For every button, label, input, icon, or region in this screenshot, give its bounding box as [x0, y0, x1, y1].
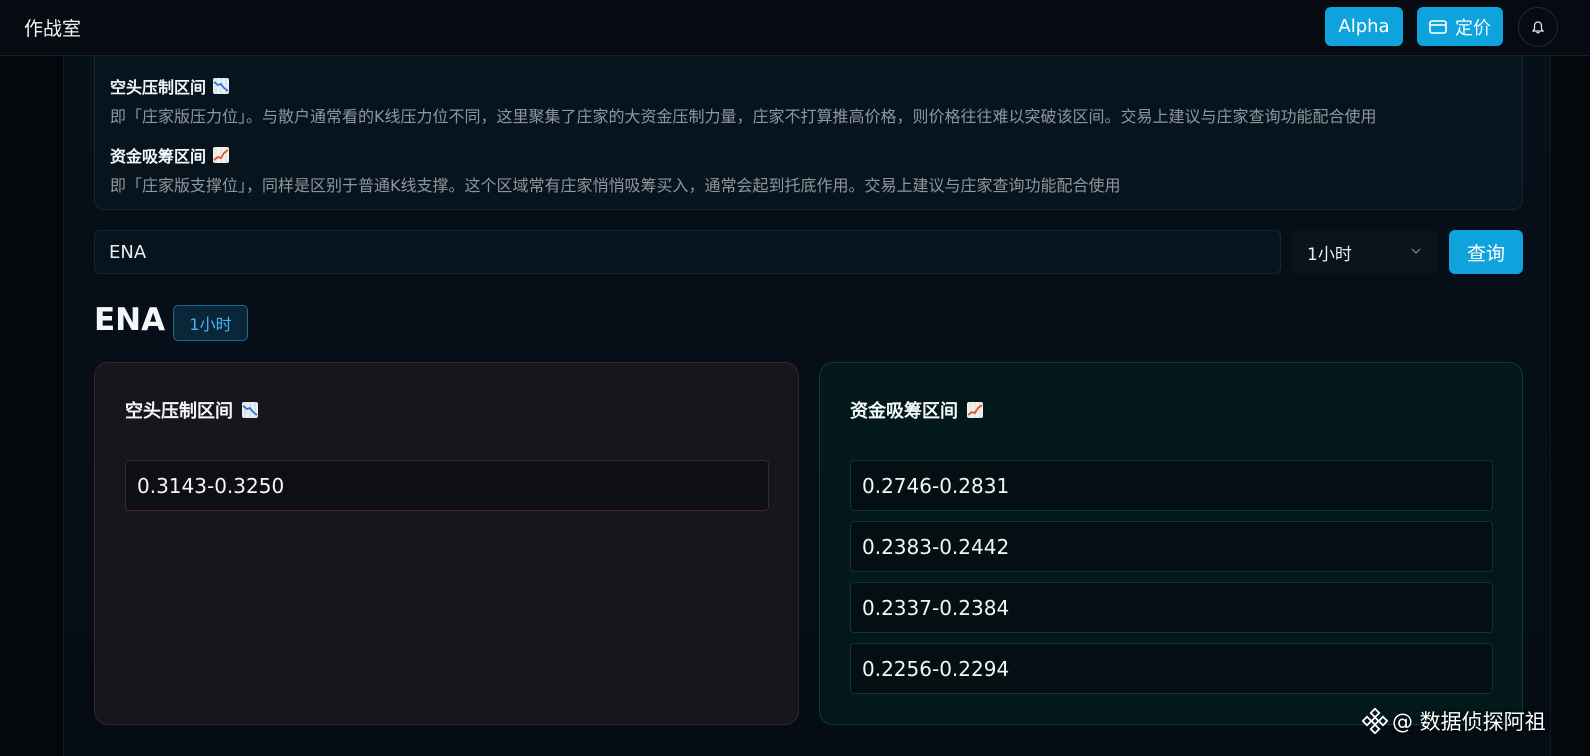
pricing-label: 定价 — [1455, 17, 1491, 39]
bull-range-item: 0.2256-0.2294 — [850, 643, 1493, 694]
info-bull-description: 即「庄家版支撑位」，同样是区别于普通K线支撑。这个区域常有庄家悄悄吸筹买入，通常… — [110, 176, 1121, 195]
top-bar: 作战室 Alpha 定价 — [0, 0, 1590, 56]
card-icon — [1429, 19, 1447, 34]
bull-zone-panel: 资金吸筹区间 0.2746-0.2831 0.2383-0.2442 0.233… — [819, 362, 1523, 725]
binance-logo-icon — [1362, 708, 1388, 734]
bear-zone-panel: 空头压制区间 0.3143-0.3250 — [94, 362, 799, 725]
bull-panel-title: 资金吸筹区间 — [850, 397, 984, 423]
chart-decreasing-icon — [213, 78, 230, 94]
bear-range-item: 0.3143-0.3250 — [125, 460, 769, 511]
pricing-button[interactable]: 定价 — [1417, 7, 1503, 46]
symbol-search-input[interactable] — [94, 230, 1281, 274]
bear-panel-title: 空头压制区间 — [125, 397, 259, 423]
timeframe-badge: 1小时 — [173, 305, 248, 341]
chart-decreasing-icon — [242, 402, 258, 418]
watermark: @ 数据侦探阿祖 — [1362, 706, 1546, 736]
bull-range-item: 0.2746-0.2831 — [850, 460, 1493, 511]
alpha-button[interactable]: Alpha — [1325, 7, 1403, 46]
right-rail — [1550, 56, 1590, 756]
info-bear-title: 空头压制区间 — [110, 74, 230, 98]
bell-icon — [1532, 20, 1544, 33]
app-title: 作战室 — [24, 18, 82, 40]
notifications-button[interactable] — [1518, 7, 1558, 47]
bull-range-item: 0.2337-0.2384 — [850, 582, 1493, 633]
bull-range-item: 0.2383-0.2442 — [850, 521, 1493, 572]
left-rail — [0, 56, 64, 756]
info-bear-description: 即「庄家版压力位」。与散户通常看的K线压力位不同，这里聚集了庄家的大资金压制力量… — [110, 107, 1377, 126]
info-bull-title: 资金吸筹区间 — [110, 143, 230, 167]
query-button[interactable]: 查询 — [1449, 230, 1523, 274]
chevron-down-icon — [1411, 248, 1421, 254]
info-card: 空头压制区间 即「庄家版压力位」。与散户通常看的K线压力位不同，这里聚集了庄家的… — [94, 56, 1523, 210]
chart-increasing-icon — [967, 402, 983, 418]
timeframe-select-value: 1小时 — [1307, 244, 1352, 265]
timeframe-select[interactable]: 1小时 — [1291, 230, 1438, 274]
result-symbol-title: ENA — [94, 302, 166, 338]
watermark-text: @ 数据侦探阿祖 — [1392, 710, 1546, 734]
chart-increasing-icon — [213, 147, 230, 163]
